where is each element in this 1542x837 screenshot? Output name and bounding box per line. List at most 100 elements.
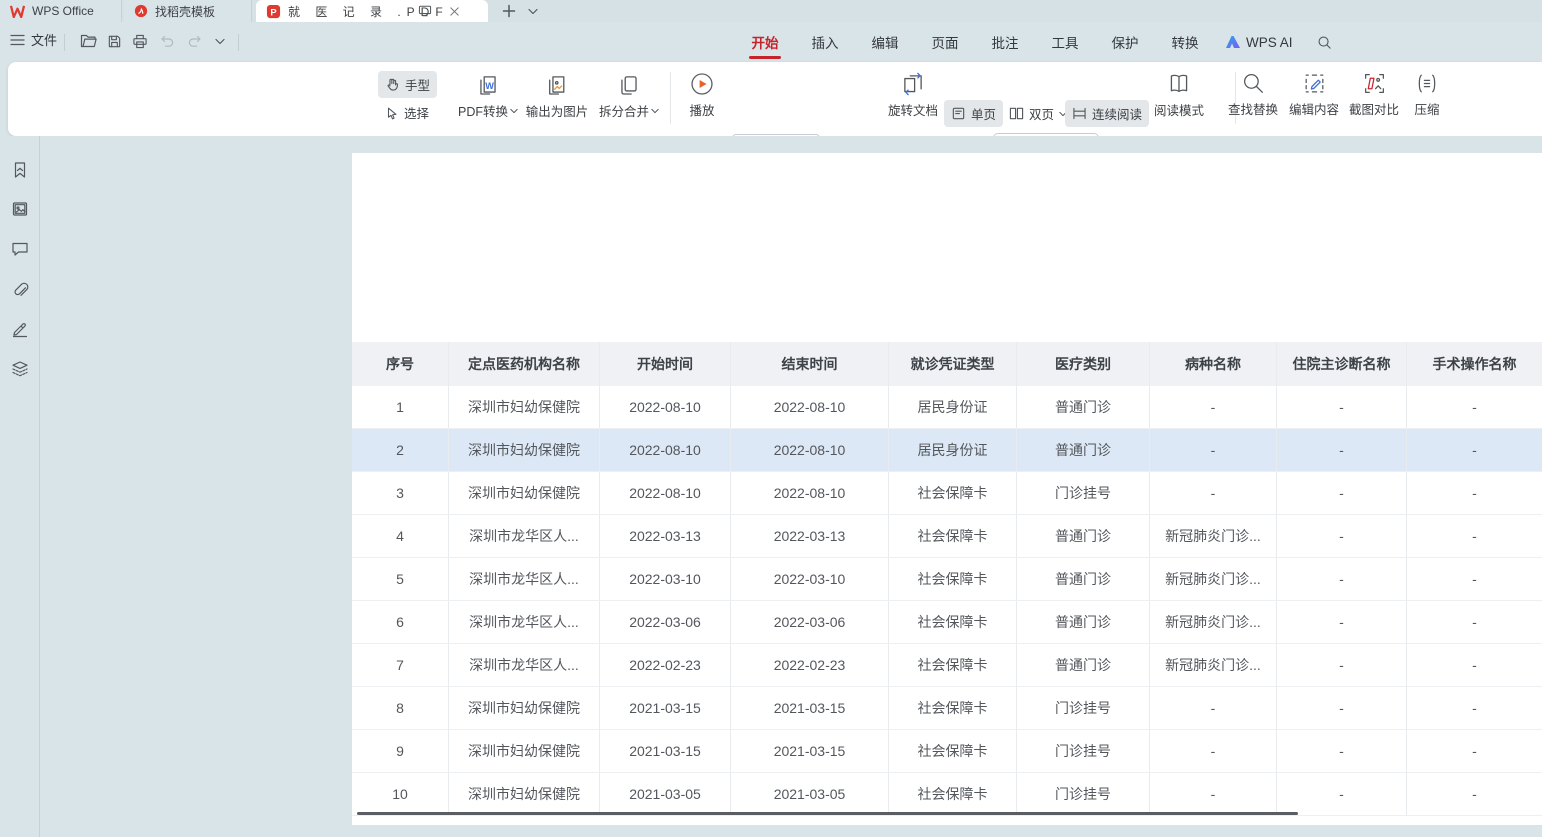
- menu-comment[interactable]: 批注: [975, 22, 1035, 62]
- menu-page[interactable]: 页面: [915, 22, 975, 62]
- table-cell: 深圳市妇幼保健院: [449, 687, 600, 729]
- file-menu-button[interactable]: 文件: [10, 30, 57, 49]
- select-tool-button[interactable]: 选择: [378, 99, 436, 126]
- split-merge-button[interactable]: 拆分合并: [599, 72, 659, 120]
- layers-icon[interactable]: [11, 360, 29, 378]
- split-merge-label: 拆分合并: [599, 101, 649, 120]
- tab-wps-home[interactable]: WPS Office: [0, 0, 122, 22]
- table-cell: 深圳市妇幼保健院: [449, 472, 600, 514]
- play-button[interactable]: 播放: [689, 71, 715, 119]
- table-cell: -: [1150, 773, 1277, 815]
- menu-tools[interactable]: 工具: [1035, 22, 1095, 62]
- pdf-page: 序号定点医药机构名称开始时间结束时间就诊凭证类型医疗类别病种名称住院主诊断名称手…: [352, 153, 1542, 825]
- table-cell: 社会保障卡: [889, 730, 1017, 772]
- pdf-convert-button[interactable]: W PDF转换: [458, 72, 518, 120]
- export-image-label: 输出为图片: [526, 101, 589, 120]
- close-tab-icon[interactable]: [449, 6, 460, 17]
- continuous-read-button[interactable]: 连续阅读: [1065, 100, 1149, 127]
- compress-button[interactable]: 压缩: [1414, 71, 1439, 118]
- table-cell: 2022-02-23: [600, 644, 731, 686]
- svg-text:W: W: [485, 81, 494, 91]
- table-cell: 2021-03-15: [600, 730, 731, 772]
- table-cell: -: [1150, 687, 1277, 729]
- read-mode-button[interactable]: 阅读模式: [1154, 71, 1204, 119]
- table-cell: 居民身份证: [889, 386, 1017, 428]
- table-cell: 2022-08-10: [600, 472, 731, 514]
- table-cell: -: [1407, 386, 1542, 428]
- tab-document[interactable]: P 就 医 记 录 .PDF: [256, 0, 488, 22]
- menu-wps-ai[interactable]: WPS AI: [1215, 35, 1303, 50]
- table-row: 8深圳市妇幼保健院2021-03-152021-03-15社会保障卡门诊挂号--…: [352, 687, 1542, 730]
- table-cell: 10: [352, 773, 449, 815]
- undo-icon[interactable]: [157, 32, 177, 50]
- table-cell: 2021-03-15: [600, 687, 731, 729]
- attachment-icon[interactable]: [11, 281, 29, 299]
- menu-search-icon[interactable]: [1303, 35, 1346, 50]
- svg-text:P: P: [270, 7, 276, 17]
- menu-protect[interactable]: 保护: [1095, 22, 1155, 62]
- single-page-button[interactable]: 单页: [944, 100, 1003, 127]
- table-row: 1深圳市妇幼保健院2022-08-102022-08-10居民身份证普通门诊--…: [352, 386, 1542, 429]
- undo-history-chevron-icon[interactable]: [210, 32, 230, 50]
- menu-edit[interactable]: 编辑: [855, 22, 915, 62]
- menu-home[interactable]: 开始: [735, 22, 795, 62]
- double-page-icon: [1009, 106, 1024, 121]
- table-cell: 2021-03-15: [731, 730, 889, 772]
- docer-logo-icon: [134, 4, 148, 18]
- menu-convert[interactable]: 转换: [1155, 22, 1215, 62]
- table-cell: 5: [352, 558, 449, 600]
- wps-logo-icon: [10, 5, 25, 18]
- open-file-button[interactable]: [78, 32, 98, 50]
- play-icon: [689, 71, 715, 97]
- table-cell: 深圳市龙华区人...: [449, 558, 600, 600]
- double-page-button[interactable]: 双页: [1002, 100, 1074, 127]
- table-header: 序号定点医药机构名称开始时间结束时间就诊凭证类型医疗类别病种名称住院主诊断名称手…: [352, 342, 1542, 386]
- monitor-icon[interactable]: [418, 5, 432, 17]
- signature-icon[interactable]: [11, 320, 29, 338]
- column-header: 医疗类别: [1017, 342, 1150, 386]
- table-cell: 社会保障卡: [889, 515, 1017, 557]
- pdf-file-icon: P: [266, 4, 281, 19]
- find-replace-button[interactable]: 查找替换: [1228, 71, 1278, 118]
- wps-ai-icon: [1225, 35, 1241, 49]
- table-cell: 社会保障卡: [889, 773, 1017, 815]
- continuous-read-label: 连续阅读: [1092, 104, 1142, 123]
- export-image-button[interactable]: 输出为图片: [526, 72, 589, 120]
- table-cell: 社会保障卡: [889, 687, 1017, 729]
- table-cell: 2022-03-13: [731, 515, 889, 557]
- tab-bar: WPS Office 找稻壳模板 P 就 医 记 录 .PDF: [0, 0, 1542, 22]
- table-row: 2深圳市妇幼保健院2022-08-102022-08-10居民身份证普通门诊--…: [352, 429, 1542, 472]
- new-tab-button[interactable]: [498, 0, 520, 22]
- hand-tool-button[interactable]: 手型: [378, 71, 437, 98]
- bookmark-icon[interactable]: [11, 161, 29, 179]
- edit-content-button[interactable]: 编辑内容: [1289, 71, 1339, 118]
- menu-insert[interactable]: 插入: [795, 22, 855, 62]
- tab-label: 找稻壳模板: [155, 3, 215, 20]
- comment-icon[interactable]: [11, 241, 29, 259]
- rotate-document-label: 旋转文档: [888, 100, 938, 119]
- rotate-document-button[interactable]: 旋转文档: [888, 71, 938, 119]
- thumbnail-icon[interactable]: [11, 200, 29, 218]
- screenshot-compare-button[interactable]: 截图对比: [1349, 71, 1399, 118]
- pdf-convert-icon: W: [475, 72, 501, 98]
- table-cell: 2022-03-06: [731, 601, 889, 643]
- table-cell: 门诊挂号: [1017, 687, 1150, 729]
- single-page-label: 单页: [971, 104, 996, 123]
- column-header: 定点医药机构名称: [449, 342, 600, 386]
- table-cell: 2022-03-06: [600, 601, 731, 643]
- table-row: 7深圳市龙华区人...2022-02-232022-02-23社会保障卡普通门诊…: [352, 644, 1542, 687]
- save-button[interactable]: [104, 32, 124, 50]
- document-sidebar: [0, 136, 40, 837]
- table-cell: 社会保障卡: [889, 472, 1017, 514]
- redo-icon[interactable]: [184, 32, 204, 50]
- print-button[interactable]: [130, 32, 150, 50]
- table-cell: 深圳市龙华区人...: [449, 515, 600, 557]
- horizontal-scrollbar[interactable]: [357, 812, 1298, 815]
- table-cell: -: [1277, 472, 1407, 514]
- tab-docer[interactable]: 找稻壳模板: [124, 0, 252, 22]
- table-cell: -: [1277, 386, 1407, 428]
- tab-list-chevron-icon[interactable]: [522, 0, 544, 22]
- tab-label: WPS Office: [32, 4, 94, 18]
- search-icon: [1240, 71, 1265, 96]
- table-cell: 2022-08-10: [600, 429, 731, 471]
